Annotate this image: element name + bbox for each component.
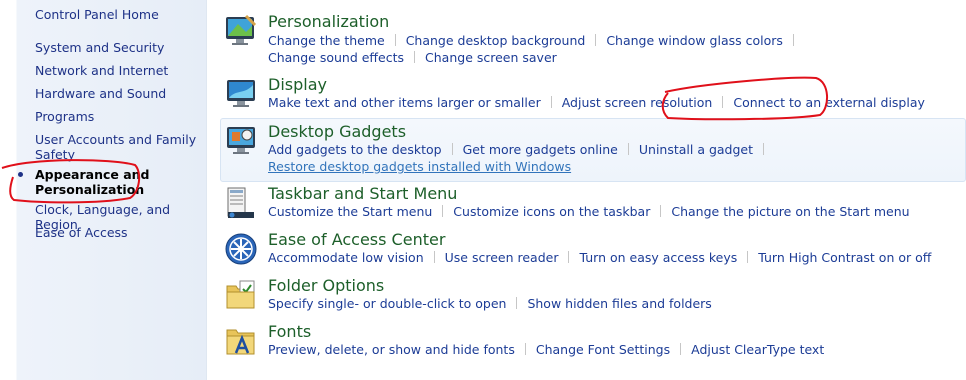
separator xyxy=(516,297,518,309)
sidebar-item-appearance-line1[interactable]: Appearance and xyxy=(35,167,200,182)
separator xyxy=(680,343,682,355)
separator xyxy=(394,34,396,46)
sidebar-item-control-panel-home[interactable]: Control Panel Home xyxy=(35,7,200,22)
sidebar-item-programs[interactable]: Programs xyxy=(35,109,200,124)
ease-links-row: Accommodate low vision Use screen reader T… xyxy=(268,250,931,265)
sidebar-item-hardware-and-sound[interactable]: Hardware and Sound xyxy=(35,86,200,101)
folder-options-icon xyxy=(226,280,255,309)
separator xyxy=(414,51,416,63)
taskbar-icon xyxy=(227,187,254,218)
display-title[interactable]: Display xyxy=(268,75,327,94)
separator xyxy=(792,34,794,46)
sidebar-item-ease-of-access[interactable]: Ease of Access xyxy=(35,225,200,240)
separator xyxy=(568,251,570,263)
active-bullet-icon xyxy=(18,172,23,177)
link-connect-external-display[interactable]: Connect to an external display xyxy=(733,95,925,110)
gadgets-icon xyxy=(227,127,255,154)
separator xyxy=(433,251,435,263)
sidebar-item-appearance-line2[interactable]: Personalization xyxy=(35,182,200,197)
category-taskbar: Taskbar and Start Menu Customize the Sta… xyxy=(220,184,966,226)
sidebar-item-user-accounts-line2[interactable]: Safety xyxy=(35,147,200,162)
separator xyxy=(595,34,597,46)
link-add-gadgets[interactable]: Add gadgets to the desktop xyxy=(268,142,442,157)
folder-links-row: Specify single- or double-click to open S… xyxy=(268,296,712,311)
link-show-hidden-files[interactable]: Show hidden files and folders xyxy=(527,296,711,311)
personalization-links-row1: Change the theme Change desktop backgroun… xyxy=(268,33,804,48)
display-icon xyxy=(227,80,255,107)
sidebar: Control Panel Home System and Security N… xyxy=(0,0,207,380)
separator xyxy=(747,251,749,263)
link-change-screen-saver[interactable]: Change screen saver xyxy=(425,50,557,65)
gadgets-links-row2: Restore desktop gadgets installed with W… xyxy=(268,159,571,174)
taskbar-title[interactable]: Taskbar and Start Menu xyxy=(268,184,457,203)
ease-of-access-icon xyxy=(225,233,257,265)
personalization-icon xyxy=(226,14,257,45)
link-change-desktop-background[interactable]: Change desktop background xyxy=(406,33,586,48)
category-desktop-gadgets: Desktop Gadgets Add gadgets to the deskt… xyxy=(220,118,966,182)
link-accommodate-low-vision[interactable]: Accommodate low vision xyxy=(268,250,424,265)
desktop-gadgets-title[interactable]: Desktop Gadgets xyxy=(268,122,406,141)
personalization-title[interactable]: Personalization xyxy=(268,12,389,31)
fonts-icon xyxy=(226,329,255,355)
taskbar-links-row: Customize the Start menu Customize icons … xyxy=(268,204,910,219)
separator xyxy=(524,343,526,355)
link-change-font-settings[interactable]: Change Font Settings xyxy=(536,342,670,357)
link-make-text-larger[interactable]: Make text and other items larger or smal… xyxy=(268,95,541,110)
link-adjust-cleartype[interactable]: Adjust ClearType text xyxy=(691,342,824,357)
separator xyxy=(442,205,444,217)
ease-of-access-title[interactable]: Ease of Access Center xyxy=(268,230,445,249)
category-fonts: Fonts Preview, delete, or show and hide … xyxy=(220,322,966,364)
gadgets-links-row1: Add gadgets to the desktop Get more gadge… xyxy=(268,142,774,157)
category-folder-options: Folder Options Specify single- or double… xyxy=(220,276,966,318)
link-get-more-gadgets[interactable]: Get more gadgets online xyxy=(463,142,618,157)
link-easy-access-keys[interactable]: Turn on easy access keys xyxy=(579,250,737,265)
fonts-links-row: Preview, delete, or show and hide fonts C… xyxy=(268,342,824,357)
separator xyxy=(722,96,724,108)
separator xyxy=(763,143,765,155)
separator xyxy=(660,205,662,217)
sidebar-item-system-and-security[interactable]: System and Security xyxy=(35,40,200,55)
link-customize-start-menu[interactable]: Customize the Start menu xyxy=(268,204,432,219)
sidebar-item-network-and-internet[interactable]: Network and Internet xyxy=(35,63,200,78)
link-restore-gadgets[interactable]: Restore desktop gadgets installed with W… xyxy=(268,159,571,174)
link-adjust-screen-resolution[interactable]: Adjust screen resolution xyxy=(562,95,713,110)
separator xyxy=(550,96,552,108)
sidebar-item-user-accounts-line1[interactable]: User Accounts and Family xyxy=(35,132,200,147)
category-display: Display Make text and other items larger… xyxy=(220,75,966,115)
category-personalization: Personalization Change the theme Change d… xyxy=(220,12,966,67)
link-preview-fonts[interactable]: Preview, delete, or show and hide fonts xyxy=(268,342,515,357)
personalization-links-row2: Change sound effects Change screen saver xyxy=(268,50,557,65)
link-single-double-click[interactable]: Specify single- or double-click to open xyxy=(268,296,506,311)
separator xyxy=(451,143,453,155)
display-links-row: Make text and other items larger or smal… xyxy=(268,95,925,110)
link-change-sound-effects[interactable]: Change sound effects xyxy=(268,50,404,65)
folder-options-title[interactable]: Folder Options xyxy=(268,276,384,295)
category-ease-of-access: Ease of Access Center Accommodate low vi… xyxy=(220,230,966,272)
fonts-title[interactable]: Fonts xyxy=(268,322,311,341)
link-uninstall-gadget[interactable]: Uninstall a gadget xyxy=(639,142,753,157)
link-change-theme[interactable]: Change the theme xyxy=(268,33,385,48)
link-high-contrast[interactable]: Turn High Contrast on or off xyxy=(758,250,931,265)
link-change-start-picture[interactable]: Change the picture on the Start menu xyxy=(671,204,909,219)
link-customize-taskbar-icons[interactable]: Customize icons on the taskbar xyxy=(453,204,650,219)
link-use-screen-reader[interactable]: Use screen reader xyxy=(445,250,559,265)
separator xyxy=(627,143,629,155)
link-change-window-glass-colors[interactable]: Change window glass colors xyxy=(606,33,783,48)
